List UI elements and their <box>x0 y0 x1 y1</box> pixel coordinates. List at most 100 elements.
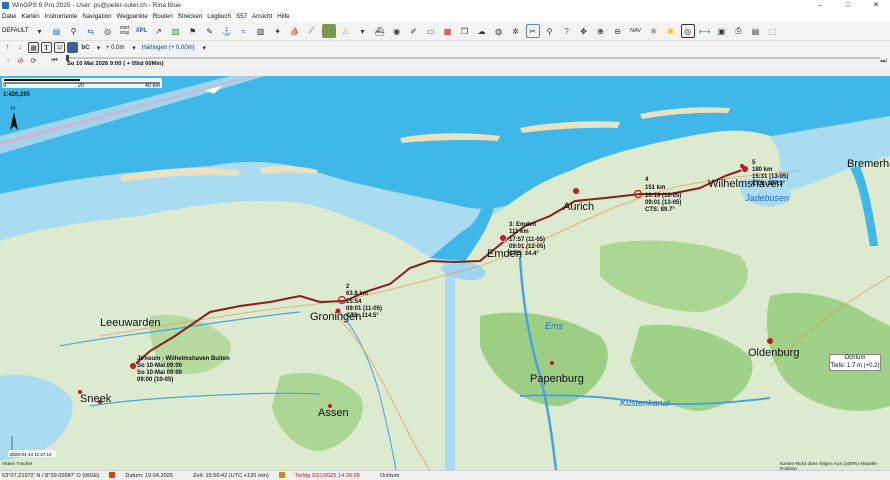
menu-routen[interactable]: Routen <box>153 13 173 20</box>
city-bremerhaven: Bremerha <box>847 158 890 170</box>
anchor-icon[interactable]: ⚓ <box>220 24 234 38</box>
start-stop-button[interactable]: start stop <box>118 24 132 38</box>
profile-select[interactable]: DEFAULT <box>2 28 29 34</box>
screenshot-icon[interactable]: ▣ <box>715 24 729 38</box>
menu-navigation[interactable]: Navigation <box>82 13 111 20</box>
tide-station-select[interactable]: Harlingen (+ 0.00m) <box>142 45 195 51</box>
menu-ansicht[interactable]: Ansicht <box>252 13 272 20</box>
measure-icon[interactable]: ⟋ <box>305 24 319 38</box>
skip-forward-icon[interactable]: ⏭ <box>878 56 889 67</box>
route-icon[interactable]: ↗ <box>152 24 166 38</box>
menu-s57[interactable]: S57 <box>236 13 247 20</box>
chevron-down-icon[interactable]: ▾ <box>129 42 140 53</box>
text-icon[interactable]: T <box>41 42 52 53</box>
aerial-photo-icon[interactable] <box>321 24 336 38</box>
bulb-off-icon[interactable]: ✱ <box>647 24 661 38</box>
export-icon[interactable]: ⬚ <box>766 24 780 38</box>
scale-tick-0: 0 <box>3 83 6 89</box>
instrument-icon[interactable]: ◎ <box>101 24 115 38</box>
nav-button[interactable]: NAV <box>628 24 644 38</box>
depth-offset[interactable]: + 0.0m <box>106 45 125 51</box>
depth-tooltip: Ochtum Tiefe: 1.7 m (+0.2) <box>829 354 881 371</box>
svg-text:111 km: 111 km <box>509 229 529 235</box>
statistics-icon[interactable]: ▥ <box>169 24 183 38</box>
satellite-icon[interactable]: ✦ <box>271 24 285 38</box>
tide-icon[interactable]: ≈ <box>237 24 251 38</box>
layers-icon[interactable]: ▧ <box>254 24 268 38</box>
globe-icon[interactable]: ◍ <box>492 24 506 38</box>
close-button[interactable]: ✕ <box>862 0 890 11</box>
bc-icon[interactable]: bC <box>80 42 91 53</box>
pencil-icon[interactable]: ✐ <box>407 24 421 38</box>
chart-zoom-icon[interactable]: ⚲ <box>67 24 81 38</box>
ship-icon[interactable]: ⛴ <box>373 24 387 38</box>
xpl-button[interactable]: XPL <box>135 24 149 38</box>
warning-icon[interactable]: ⚠ <box>339 24 353 38</box>
north-up-icon[interactable]: ↑ <box>2 42 13 53</box>
svg-text:09:00 (10-05): 09:00 (10-05) <box>137 377 173 383</box>
depth-numbers-icon[interactable]: 12 <box>54 42 65 53</box>
menu-datei[interactable]: Datei <box>2 13 16 20</box>
water-kuestenkanal: Küstenkanal <box>620 398 671 408</box>
zoom-out-icon[interactable]: ⊖ <box>611 24 625 38</box>
tools-icon[interactable]: ✂ <box>525 24 540 38</box>
zoom-in-icon[interactable]: ⊕ <box>594 24 608 38</box>
status-place: Ochtum <box>379 472 400 479</box>
chevron-down-icon[interactable]: ▾ <box>199 42 210 53</box>
area-select-icon[interactable]: ▭ <box>424 24 438 38</box>
menu-wegpunkte[interactable]: Wegpunkte <box>117 13 148 20</box>
stop-icon[interactable]: ⊘ <box>15 56 26 67</box>
waypoint-marker[interactable] <box>499 234 507 242</box>
help-icon[interactable]: ? <box>560 24 574 38</box>
link-icon[interactable]: ⟷ <box>698 24 712 38</box>
fill-icon[interactable] <box>67 42 78 53</box>
skip-back-icon[interactable]: ⏮ <box>49 56 60 67</box>
town-dot <box>740 164 744 168</box>
menu-hilfe[interactable]: Hilfe <box>277 13 289 20</box>
track-icon[interactable]: ✎ <box>203 24 217 38</box>
waypoint-icon[interactable]: ⚑ <box>186 24 200 38</box>
sailboat-icon[interactable]: ⛵ <box>288 24 302 38</box>
pan-icon[interactable]: ✥ <box>577 24 591 38</box>
status-bar: 53°07.21972' N / 8°39.05687' O (WGE) Dat… <box>0 470 890 480</box>
calendar-icon[interactable]: ▦ <box>441 24 455 38</box>
status-log-wrap[interactable]: Tiefdg 3/21/2025 14:20:28 <box>278 472 370 479</box>
menu-instrumente[interactable]: Instrumente <box>45 13 78 20</box>
waypoint-marker[interactable] <box>129 362 137 370</box>
dropdown-arrow-icon[interactable]: ▾ <box>33 24 47 38</box>
print-icon[interactable]: ⎙ <box>732 24 746 38</box>
chart-map[interactable]: 0 20 40 km 1:426,205 N Leeuwarden Gronin… <box>0 76 890 470</box>
svg-text:09:01 (13-05): 09:01 (13-05) <box>645 200 681 206</box>
minimize-button[interactable]: – <box>806 0 834 11</box>
svg-text:151 km: 151 km <box>645 185 665 191</box>
status-date: Datum: 19.04.2025 <box>125 472 174 479</box>
bulb-on-icon[interactable]: ✱ <box>664 24 678 38</box>
weather-icon[interactable]: ☁ <box>475 24 489 38</box>
time-slider-track[interactable] <box>66 57 880 59</box>
svg-text:16:19 (12-05): 16:19 (12-05) <box>645 193 681 199</box>
ais-icon[interactable]: ▾ <box>356 24 370 38</box>
town-dot <box>767 338 773 344</box>
grid-icon[interactable]: ▦ <box>28 42 39 53</box>
copy-icon[interactable]: ❐ <box>458 24 472 38</box>
menu-logbuch[interactable]: Logbuch <box>207 13 231 20</box>
chevron-down-icon[interactable]: ▾ <box>93 42 104 53</box>
north-down-icon[interactable]: ↓ <box>15 42 26 53</box>
chart-canvas[interactable]: 0 20 40 km 1:426,205 N Leeuwarden Gronin… <box>0 76 890 470</box>
clock-icon[interactable]: ◔ <box>2 56 13 67</box>
active-tracker-label[interactable]: Aktive Tracker <box>2 462 32 467</box>
radar-icon[interactable]: ◉ <box>390 24 404 38</box>
window-icon[interactable]: ▤ <box>749 24 763 38</box>
search-icon[interactable]: ⚲ <box>543 24 557 38</box>
status-tidelog[interactable]: Tiefdg 3/21/2025 14:20:28 <box>295 473 360 479</box>
menu-bar: Datei Karten Instrumente Navigation Wegp… <box>0 11 890 22</box>
tracker-icon[interactable]: ⇆ <box>84 24 98 38</box>
refresh-icon[interactable]: ⟳ <box>28 56 39 67</box>
stop-label: stop <box>119 30 130 36</box>
menu-karten[interactable]: Karten <box>21 13 39 20</box>
chart-layers-icon[interactable]: ▤ <box>50 24 64 38</box>
maximize-button[interactable]: □ <box>834 0 862 11</box>
menu-strecken[interactable]: Strecken <box>178 13 202 20</box>
target-icon[interactable]: ◎ <box>680 24 695 38</box>
compass-icon[interactable]: ✲ <box>509 24 523 38</box>
